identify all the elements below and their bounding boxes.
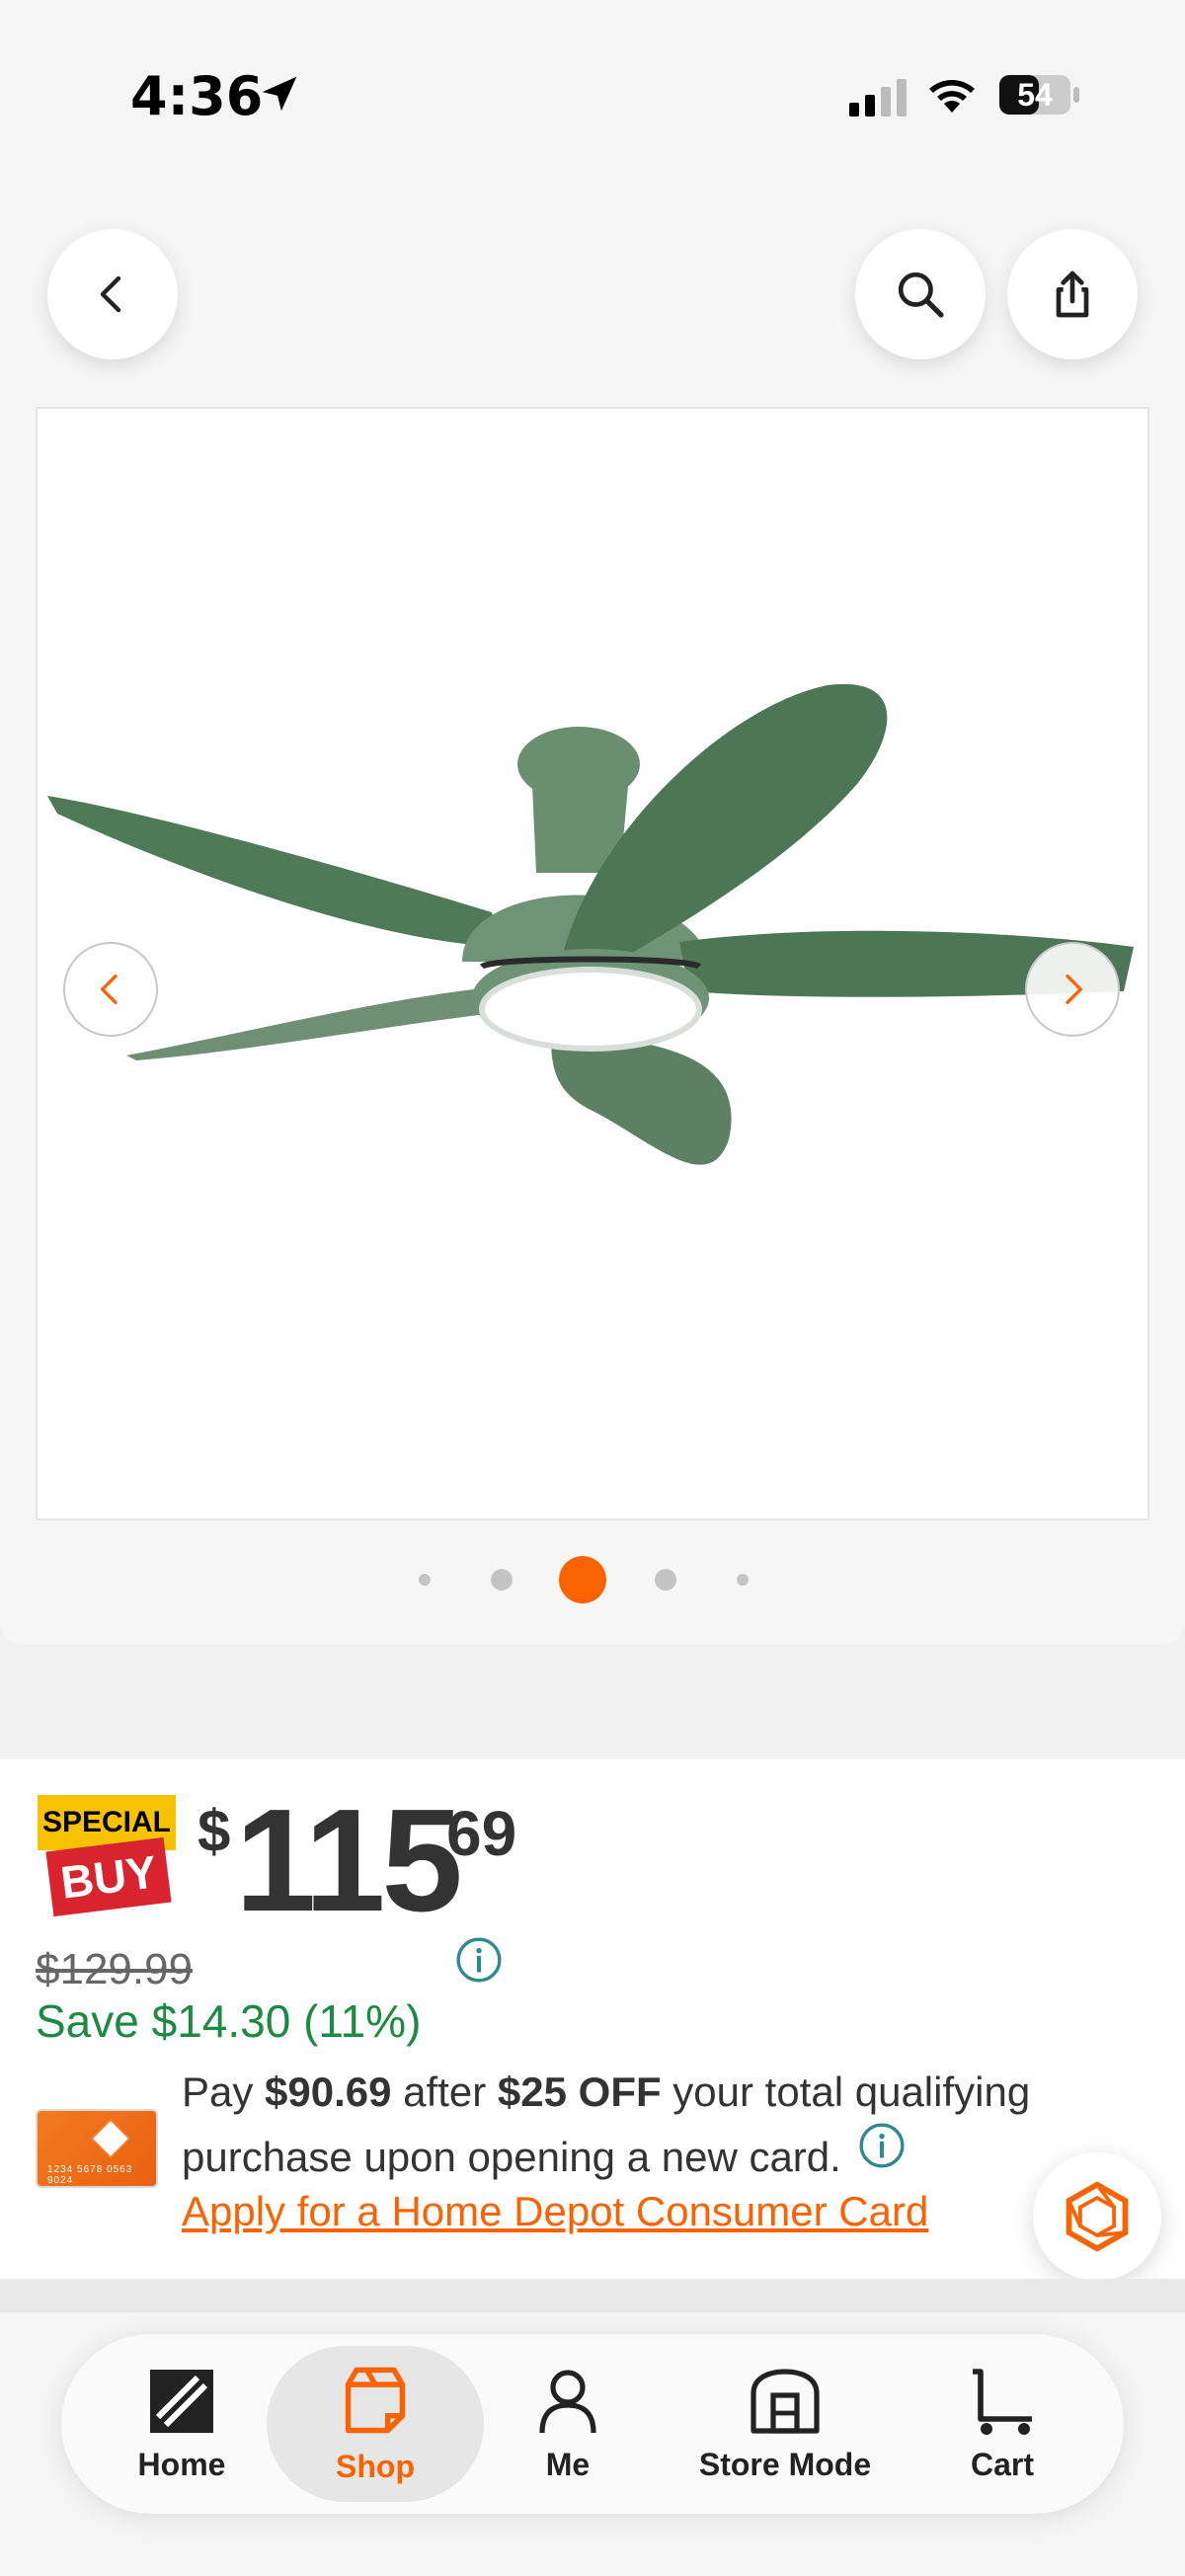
chat-assistant-button[interactable] xyxy=(1033,2152,1161,2281)
price-whole: 115 xyxy=(235,1779,463,1942)
wifi-icon xyxy=(929,80,975,113)
nav-cart-label: Cart xyxy=(970,2446,1034,2482)
nav-shop-label: Shop xyxy=(336,2448,415,2484)
battery-level: 54 xyxy=(1017,77,1053,113)
chevron-right-icon xyxy=(1066,975,1082,1004)
promo-pay-prefix: Pay xyxy=(182,2069,266,2115)
gallery-dot-active[interactable] xyxy=(559,1556,606,1603)
previous-image-button[interactable] xyxy=(63,942,158,1037)
product-image[interactable] xyxy=(36,407,1149,1521)
status-time: 4:36 xyxy=(130,65,264,127)
person-icon xyxy=(539,2369,596,2433)
promo-after: after xyxy=(391,2069,498,2115)
nav-cart[interactable]: Cart xyxy=(948,2346,1057,2502)
nav-shop[interactable]: Shop xyxy=(267,2346,484,2502)
card-promo-text: Pay $90.69 after $25 OFF your total qual… xyxy=(182,2060,1070,2190)
nav-home[interactable]: Home xyxy=(122,2346,241,2502)
info-icon[interactable] xyxy=(454,1935,504,1985)
gallery-dot[interactable] xyxy=(419,1574,431,1586)
nav-me-label: Me xyxy=(545,2446,591,2482)
store-icon xyxy=(750,2368,820,2434)
home-depot-logo-icon xyxy=(91,2119,130,2158)
credit-card-image: 1234 5678 0563 9024 xyxy=(36,2109,158,2188)
was-price: $129.99 xyxy=(36,1945,194,1993)
special-buy-badge: SPECIAL BUY xyxy=(38,1795,176,1921)
hexagon-chat-icon xyxy=(1066,2181,1129,2252)
next-image-button[interactable] xyxy=(1025,942,1120,1037)
share-icon xyxy=(1056,271,1089,318)
price-currency: $ xyxy=(198,1798,231,1864)
badge-buy-label: BUY xyxy=(45,1836,172,1917)
search-icon xyxy=(898,272,944,318)
info-icon[interactable] xyxy=(857,2121,907,2170)
cart-icon xyxy=(973,2368,1032,2435)
chevron-left-icon xyxy=(101,975,118,1004)
promo-off-amount: $25 OFF xyxy=(497,2069,662,2115)
section-divider xyxy=(0,2279,1185,2312)
gallery-dot[interactable] xyxy=(655,1569,676,1591)
status-bar: 4:36 54 xyxy=(0,0,1185,188)
cellular-signal-icon xyxy=(849,79,907,117)
gallery-dot[interactable] xyxy=(491,1569,513,1591)
ceiling-fan-image xyxy=(47,683,1134,1165)
card-number: 1234 5678 0563 9024 xyxy=(47,2164,133,2186)
gallery-dot[interactable] xyxy=(737,1574,749,1586)
nav-me[interactable]: Me xyxy=(514,2346,622,2502)
chevron-left-icon xyxy=(100,275,121,313)
home-depot-logo-icon xyxy=(150,2369,213,2433)
nav-store-mode[interactable]: Store Mode xyxy=(681,2346,889,2502)
nav-store-mode-label: Store Mode xyxy=(698,2446,872,2482)
back-button[interactable] xyxy=(47,229,178,359)
shop-icon xyxy=(345,2367,406,2433)
promo-pay-amount: $90.69 xyxy=(265,2069,392,2115)
apply-card-link[interactable]: Apply for a Home Depot Consumer Card xyxy=(182,2188,928,2235)
share-button[interactable] xyxy=(1007,229,1138,359)
nav-home-label: Home xyxy=(137,2446,226,2482)
save-amount: Save $14.30 (11%) xyxy=(36,1995,422,2047)
search-button[interactable] xyxy=(855,229,986,359)
price-cents: 69 xyxy=(446,1798,517,1869)
location-arrow-icon xyxy=(262,76,297,112)
